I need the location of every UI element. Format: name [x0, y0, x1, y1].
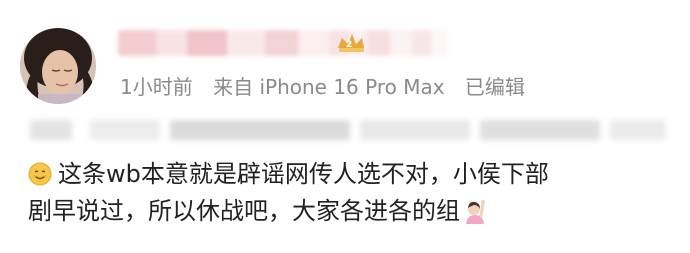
- post-meta: 1小时前 来自 iPhone 16 Pro Max 已编辑: [120, 71, 539, 100]
- avatar[interactable]: [20, 28, 96, 104]
- post-source: 来自 iPhone 16 Pro Max: [213, 75, 445, 99]
- weibo-post: 2 1小时前 来自 iPhone 16 Pro Max 已编辑 这条wb本意就是…: [0, 0, 690, 253]
- blurred-text-line: [30, 116, 666, 144]
- post-body-line-2: 剧早说过，所以休战吧，大家各进各的组: [28, 193, 668, 230]
- post-body: 这条wb本意就是辟谣网传人选不对，小侯下部 剧早说过，所以休战吧，大家各进各的组: [28, 156, 668, 230]
- avatar-image: [20, 28, 96, 104]
- person-raising-hand-emoji-icon: [466, 200, 485, 224]
- post-body-line-1: 这条wb本意就是辟谣网传人选不对，小侯下部: [28, 156, 668, 193]
- post-time: 1小时前: [120, 75, 193, 99]
- post-text-line-2: 剧早说过，所以休战吧，大家各进各的组: [28, 197, 460, 225]
- edited-label[interactable]: 已编辑: [465, 75, 525, 99]
- smile-emoji-icon: [28, 162, 52, 186]
- post-text-line-1: 这条wb本意就是辟谣网传人选不对，小侯下部: [58, 160, 549, 188]
- vip-badge-icon: 2: [338, 34, 364, 52]
- svg-text:2: 2: [346, 40, 352, 50]
